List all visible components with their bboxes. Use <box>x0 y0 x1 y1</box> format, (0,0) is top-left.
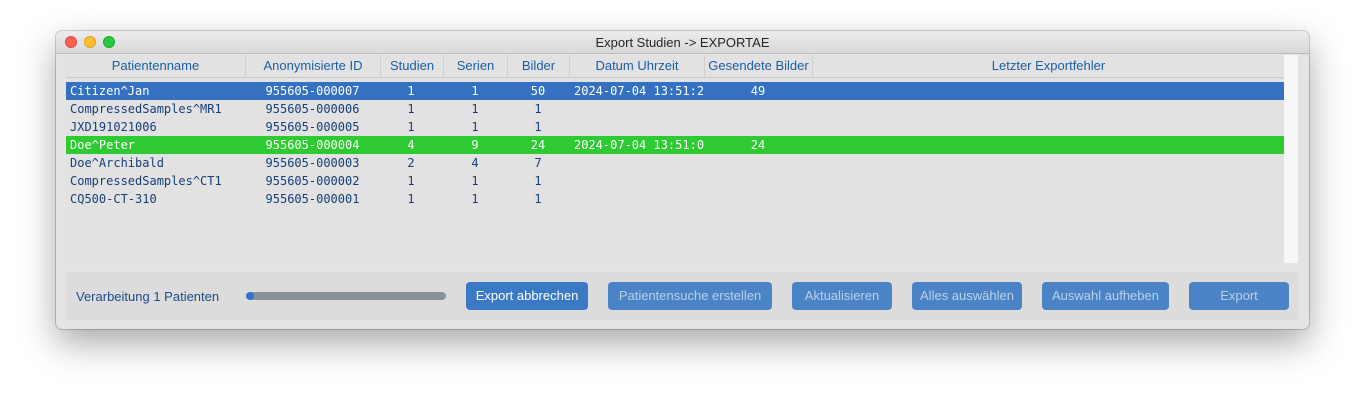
abort-export-button[interactable]: Export abbrechen <box>466 282 588 310</box>
export-progress-fill <box>246 292 254 300</box>
cell-anonymized-id: 955605-000005 <box>265 120 360 134</box>
select-all-button[interactable]: Alles auswählen <box>912 282 1022 310</box>
table-row[interactable]: CQ500-CT-310 955605-000001 1 1 1 <box>66 190 1284 208</box>
cell-last-error <box>814 100 1279 118</box>
cell-anonymized-id: 955605-000004 <box>265 138 360 152</box>
window-title: Export Studien -> EXPORTAE <box>595 35 770 50</box>
cell-last-error <box>814 154 1279 172</box>
action-bar: Verarbeitung 1 Patienten Export abbreche… <box>66 272 1298 320</box>
title-bar: Export Studien -> EXPORTAE <box>56 31 1309 54</box>
cell-series: 9 <box>471 138 479 152</box>
cell-patient-name: CompressedSamples^CT1 <box>70 174 222 188</box>
column-header-last-error[interactable]: Letzter Exportfehler <box>813 55 1284 77</box>
cell-studies: 1 <box>407 120 415 134</box>
cell-patient-name: Doe^Peter <box>70 138 136 152</box>
column-header-patient-name[interactable]: Patientenname <box>66 55 246 77</box>
cell-images: 1 <box>534 174 542 188</box>
cell-anonymized-id: 955605-000003 <box>265 156 360 170</box>
cell-images: 1 <box>534 120 542 134</box>
cell-studies: 2 <box>407 156 415 170</box>
table-row[interactable]: Doe^Peter 955605-000004 4 9 24 2024-07-0… <box>66 136 1284 154</box>
column-header-images[interactable]: Bilder <box>508 55 570 77</box>
cell-sent-images <box>704 100 812 118</box>
cell-images: 1 <box>534 192 542 206</box>
status-text: Verarbeitung 1 Patienten <box>76 289 220 304</box>
cell-series: 1 <box>471 120 479 134</box>
cell-patient-name: JXD191021006 <box>70 120 157 134</box>
cell-patient-name: Doe^Archibald <box>70 156 164 170</box>
export-window: Export Studien -> EXPORTAE Patientenname… <box>56 31 1309 329</box>
cell-series: 1 <box>471 174 479 188</box>
column-header-series[interactable]: Serien <box>444 55 508 77</box>
vertical-scrollbar[interactable] <box>1284 55 1298 263</box>
cell-datetime <box>574 190 704 208</box>
cell-patient-name: CQ500-CT-310 <box>70 192 157 206</box>
column-header-anonymized-id[interactable]: Anonymisierte ID <box>246 55 381 77</box>
table-row[interactable]: CompressedSamples^CT1 955605-000002 1 1 … <box>66 172 1284 190</box>
deselect-button[interactable]: Auswahl aufheben <box>1042 282 1169 310</box>
cell-datetime <box>574 100 704 118</box>
column-header-datetime[interactable]: Datum Uhrzeit <box>570 55 705 77</box>
cell-datetime: 2024-07-04 13:51:0 <box>574 138 704 152</box>
cell-datetime: 2024-07-04 13:51:2 <box>574 84 704 98</box>
table-row[interactable]: CompressedSamples^MR1 955605-000006 1 1 … <box>66 100 1284 118</box>
cell-sent-images: 49 <box>750 84 766 98</box>
cell-images: 50 <box>530 84 546 98</box>
patient-table: Patientenname Anonymisierte ID Studien S… <box>66 55 1284 263</box>
cell-anonymized-id: 955605-000001 <box>265 192 360 206</box>
column-header-studies[interactable]: Studien <box>381 55 444 77</box>
column-header-sent-images[interactable]: Gesendete Bilder <box>705 55 813 77</box>
table-header: Patientenname Anonymisierte ID Studien S… <box>66 55 1284 78</box>
export-progress-bar <box>246 292 446 300</box>
cell-studies: 1 <box>407 102 415 116</box>
cell-images: 1 <box>534 102 542 116</box>
cell-series: 1 <box>471 84 479 98</box>
cell-studies: 1 <box>407 84 415 98</box>
table-row[interactable]: Citizen^Jan 955605-000007 1 1 50 2024-07… <box>66 82 1284 100</box>
table-row[interactable]: JXD191021006 955605-000005 1 1 1 <box>66 118 1284 136</box>
cell-images: 7 <box>534 156 542 170</box>
cell-last-error <box>814 172 1279 190</box>
cell-series: 1 <box>471 192 479 206</box>
table-row[interactable]: Doe^Archibald 955605-000003 2 4 7 <box>66 154 1284 172</box>
cell-last-error <box>814 82 1279 100</box>
cell-studies: 1 <box>407 192 415 206</box>
cell-studies: 1 <box>407 174 415 188</box>
cell-anonymized-id: 955605-000006 <box>265 102 360 116</box>
cell-anonymized-id: 955605-000007 <box>265 84 360 98</box>
cell-datetime <box>574 154 704 172</box>
export-button[interactable]: Export <box>1189 282 1289 310</box>
cell-last-error <box>814 190 1279 208</box>
cell-images: 24 <box>530 138 546 152</box>
cell-series: 4 <box>471 156 479 170</box>
cell-last-error <box>814 118 1279 136</box>
cell-datetime <box>574 172 704 190</box>
cell-datetime <box>574 118 704 136</box>
cell-studies: 4 <box>407 138 415 152</box>
cell-sent-images: 24 <box>750 138 766 152</box>
cell-anonymized-id: 955605-000002 <box>265 174 360 188</box>
cell-last-error <box>814 136 1279 154</box>
cell-sent-images <box>704 172 812 190</box>
create-patient-search-button[interactable]: Patientensuche erstellen <box>608 282 772 310</box>
refresh-button[interactable]: Aktualisieren <box>792 282 892 310</box>
cell-sent-images <box>704 190 812 208</box>
cell-sent-images <box>704 118 812 136</box>
cell-patient-name: CompressedSamples^MR1 <box>70 102 222 116</box>
cell-patient-name: Citizen^Jan <box>70 84 150 98</box>
cell-series: 1 <box>471 102 479 116</box>
cell-sent-images <box>704 154 812 172</box>
